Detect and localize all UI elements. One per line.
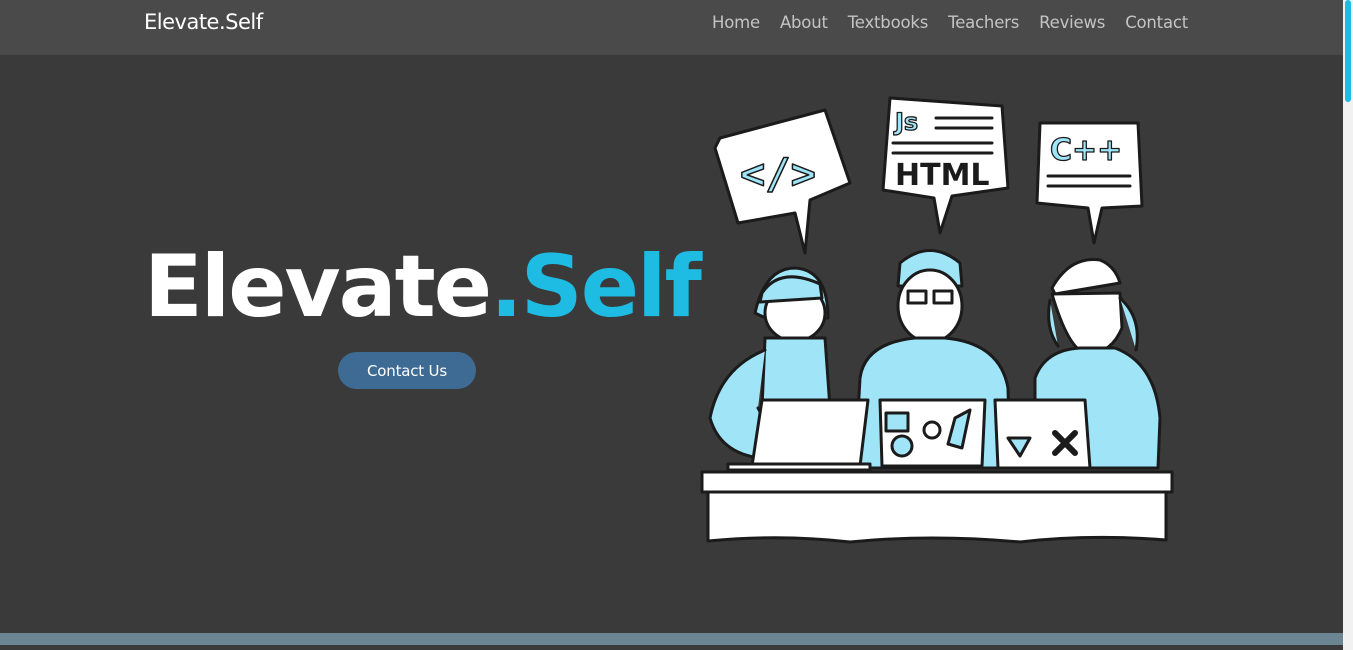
nav-links: Home About Textbooks Teachers Reviews Co… xyxy=(712,13,1188,32)
nav-link-contact[interactable]: Contact xyxy=(1125,13,1188,32)
scrollbar[interactable] xyxy=(1343,0,1353,650)
hero-title-accent: .Self xyxy=(490,237,702,337)
bubble-cpp-text: C++ xyxy=(1050,133,1122,168)
bubble-html-text: HTML xyxy=(895,158,990,193)
brand-logo[interactable]: Elevate.Self xyxy=(144,10,263,34)
coding-students-illustration: </> Js HTML C++ xyxy=(700,96,1174,544)
nav-link-reviews[interactable]: Reviews xyxy=(1039,13,1105,32)
nav-link-home[interactable]: Home xyxy=(712,13,760,32)
hero-title: Elevate.Self xyxy=(144,236,702,339)
scrollbar-thumb[interactable] xyxy=(1345,0,1351,102)
nav-link-textbooks[interactable]: Textbooks xyxy=(848,13,929,32)
nav-link-teachers[interactable]: Teachers xyxy=(948,13,1019,32)
next-section-shadow xyxy=(0,645,1343,650)
bubble-js-text: Js xyxy=(893,108,918,136)
next-section-edge xyxy=(0,633,1343,645)
bubble-code-text: </> xyxy=(740,149,816,198)
navbar: Elevate.Self Home About Textbooks Teache… xyxy=(0,0,1343,55)
nav-link-about[interactable]: About xyxy=(780,13,828,32)
contact-us-button[interactable]: Contact Us xyxy=(338,352,476,389)
hero-title-main: Elevate xyxy=(144,237,492,337)
